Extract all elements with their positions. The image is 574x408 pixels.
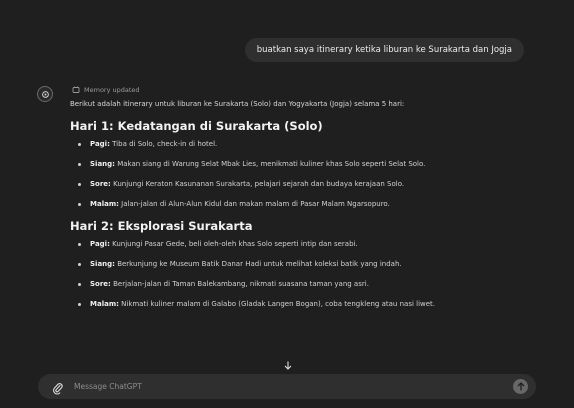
- day-2-title: Hari 2: Eksplorasi Surakarta: [70, 219, 253, 233]
- reply-intro: Berikut adalah itinerary untuk liburan k…: [70, 100, 405, 108]
- item-label: Sore:: [90, 280, 111, 288]
- memory-status[interactable]: Memory updated: [72, 86, 140, 94]
- item-label: Malam:: [90, 200, 119, 208]
- arrow-down-icon[interactable]: [283, 360, 293, 370]
- list-item: Siang: Makan siang di Warung Selat Mbak …: [66, 159, 536, 170]
- arrow-up-icon: [517, 382, 524, 391]
- list-item: Siang: Berkunjung ke Museum Batik Danar …: [66, 259, 536, 270]
- user-message: buatkan saya itinerary ketika liburan ke…: [244, 38, 524, 62]
- item-label: Pagi:: [90, 240, 110, 248]
- user-message-text: buatkan saya itinerary ketika liburan ke…: [256, 45, 512, 55]
- day-1-list: Pagi: Tiba di Solo, check-in di hotel. S…: [66, 139, 536, 210]
- send-button[interactable]: [513, 379, 528, 394]
- item-text: Berjalan-jalan di Taman Balekambang, nik…: [110, 280, 369, 288]
- list-item: Sore: Berjalan-jalan di Taman Balekamban…: [66, 279, 536, 290]
- item-text: Kunjungi Keraton Kasunanan Surakarta, pe…: [110, 180, 405, 188]
- list-item: Pagi: Tiba di Solo, check-in di hotel.: [66, 139, 536, 150]
- item-text: Nikmati kuliner malam di Galabo (Gladak …: [118, 300, 436, 308]
- item-text: Kunjungi Pasar Gede, beli oleh-oleh khas…: [109, 240, 358, 248]
- memory-icon: [72, 86, 80, 94]
- message-composer: [38, 374, 536, 399]
- list-item: Malam: Jalan-jalan di Alun-Alun Kidul da…: [66, 199, 536, 210]
- list-item: Pagi: Kunjungi Pasar Gede, beli oleh-ole…: [66, 239, 536, 250]
- item-label: Sore:: [90, 180, 111, 188]
- openai-logo-icon: [37, 86, 53, 102]
- assistant-reply: Berikut adalah itinerary untuk liburan k…: [66, 98, 536, 319]
- item-label: Siang:: [90, 160, 115, 168]
- list-item: Malam: Nikmati kuliner malam di Galabo (…: [66, 299, 536, 310]
- item-text: Tiba di Solo, check-in di hotel.: [109, 140, 218, 148]
- paperclip-icon[interactable]: [52, 380, 64, 395]
- day-2-list: Pagi: Kunjungi Pasar Gede, beli oleh-ole…: [66, 239, 536, 310]
- item-label: Siang:: [90, 260, 115, 268]
- item-text: Jalan-jalan di Alun-Alun Kidul dan makan…: [118, 200, 390, 208]
- list-item: Sore: Kunjungi Keraton Kasunanan Surakar…: [66, 179, 536, 190]
- item-label: Malam:: [90, 300, 119, 308]
- day-1-title: Hari 1: Kedatangan di Surakarta (Solo): [70, 119, 323, 133]
- chat-window: buatkan saya itinerary ketika liburan ke…: [0, 0, 574, 408]
- memory-status-label: Memory updated: [84, 86, 140, 94]
- item-text: Makan siang di Warung Selat Mbak Lies, m…: [114, 160, 426, 168]
- item-label: Pagi:: [90, 140, 110, 148]
- item-text: Berkunjung ke Museum Batik Danar Hadi un…: [114, 260, 402, 268]
- message-input[interactable]: [74, 379, 494, 394]
